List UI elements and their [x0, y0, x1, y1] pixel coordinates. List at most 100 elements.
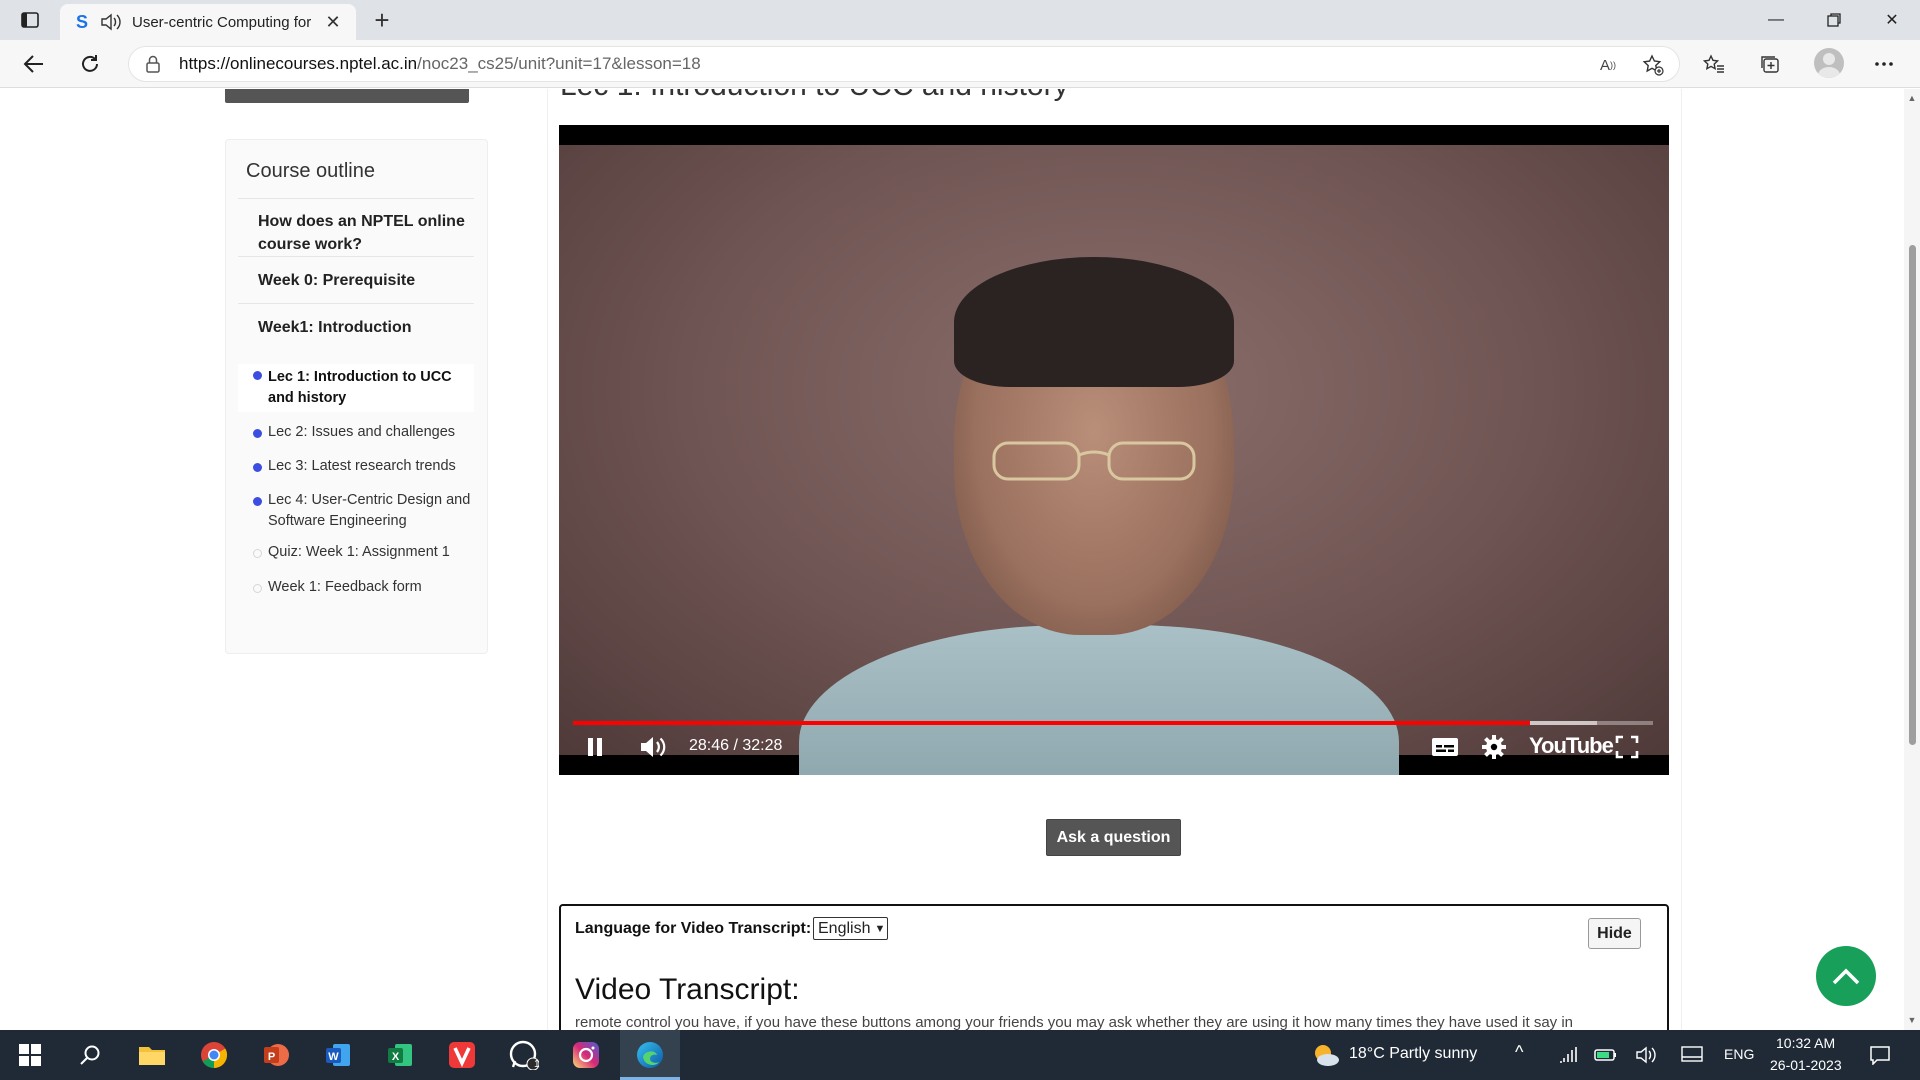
outline-section-label: Week1: Introduction: [258, 319, 412, 336]
favorites-icon[interactable]: [1696, 48, 1732, 80]
svg-text:X: X: [392, 1051, 400, 1063]
transcript-language-label: Language for Video Transcript:: [575, 920, 812, 937]
new-tab-button[interactable]: +: [368, 5, 396, 35]
fullscreen-icon[interactable]: [1615, 733, 1639, 761]
volume-tray-icon[interactable]: [1628, 1037, 1664, 1073]
left-nav-button[interactable]: [225, 89, 469, 103]
lesson-item-lec4[interactable]: Lec 4: User-Centric Design and Software …: [238, 490, 474, 534]
video-frame[interactable]: [559, 145, 1669, 775]
search-icon[interactable]: [72, 1037, 108, 1073]
settings-gear-icon[interactable]: [1481, 733, 1507, 761]
hide-transcript-button[interactable]: Hide: [1588, 918, 1641, 949]
tab-actions-icon[interactable]: [14, 8, 46, 32]
web-page: Lec 1: Introduction to UCC and history C…: [0, 89, 1904, 1030]
notifications-icon[interactable]: [1862, 1037, 1898, 1073]
word-icon[interactable]: W: [320, 1037, 356, 1073]
input-keyboard-icon[interactable]: [1674, 1037, 1710, 1073]
lock-icon[interactable]: [145, 55, 161, 73]
completed-bullet-icon: [253, 371, 262, 380]
video-progress-bar[interactable]: [573, 721, 1653, 725]
browser-toolbar: https://onlinecourses.nptel.ac.in/noc23_…: [0, 40, 1920, 88]
pause-icon[interactable]: [583, 733, 607, 761]
powerpoint-icon[interactable]: P: [258, 1037, 294, 1073]
close-window-icon[interactable]: ✕: [1864, 0, 1920, 40]
video-played-bar: [573, 721, 1530, 725]
battery-icon[interactable]: [1588, 1037, 1624, 1073]
volume-icon[interactable]: [639, 733, 667, 761]
clock-date[interactable]: 26-01-2023: [1770, 1057, 1842, 1073]
close-tab-icon[interactable]: ✕: [322, 11, 344, 33]
glasses-graphic: [992, 441, 1196, 481]
lesson-label: Week 1: Feedback form: [268, 579, 422, 595]
ask-question-button[interactable]: Ask a question: [1046, 819, 1181, 856]
outline-section-week0[interactable]: Week 0: Prerequisite: [238, 256, 474, 303]
whatsapp-icon[interactable]: 1: [506, 1037, 542, 1073]
weather-text[interactable]: 18°C Partly sunny: [1349, 1045, 1477, 1063]
transcript-language-select[interactable]: English ▼: [813, 917, 888, 940]
vivaldi-icon[interactable]: [444, 1037, 480, 1073]
lesson-item-feedback[interactable]: Week 1: Feedback form: [238, 577, 474, 601]
completed-bullet-icon: [253, 497, 262, 506]
transcript-text: remote control you have, if you have the…: [575, 1014, 1574, 1030]
svg-text:P: P: [268, 1051, 275, 1063]
page-scrollbar[interactable]: ▲ ▼: [1904, 89, 1920, 1030]
url-host: https://onlinecourses.nptel.ac.in: [179, 54, 418, 73]
minimize-icon[interactable]: —: [1748, 0, 1804, 40]
url-text[interactable]: https://onlinecourses.nptel.ac.in/noc23_…: [179, 54, 701, 74]
course-outline: Course outline How does an NPTEL online …: [225, 139, 488, 654]
transcript-panel: Language for Video Transcript: English ▼…: [559, 904, 1669, 1030]
video-player[interactable]: 28:46 / 32:28 YouTube: [559, 125, 1669, 775]
lesson-label: Lec 4: User-Centric Design and Software …: [268, 492, 471, 529]
pending-bullet-icon: [253, 584, 262, 593]
network-icon[interactable]: [1550, 1037, 1586, 1073]
completed-bullet-icon: [253, 429, 262, 438]
scroll-to-top-button[interactable]: [1816, 946, 1876, 1006]
outline-section-week1[interactable]: Week1: Introduction: [238, 303, 474, 350]
chrome-icon[interactable]: [196, 1037, 232, 1073]
whatsapp-badge: 1: [534, 1059, 540, 1070]
clock-time[interactable]: 10:32 AM: [1776, 1035, 1835, 1051]
more-menu-icon[interactable]: [1866, 48, 1902, 80]
pending-bullet-icon: [253, 549, 262, 558]
restore-icon[interactable]: [1806, 0, 1862, 40]
excel-icon[interactable]: X: [382, 1037, 418, 1073]
lecturer-shirt: [799, 625, 1399, 775]
tab-title: User-centric Computing for: [132, 13, 312, 31]
completed-bullet-icon: [253, 463, 262, 472]
chevron-up-icon: [1832, 968, 1860, 985]
back-icon[interactable]: [16, 48, 52, 80]
weather-icon[interactable]: [1308, 1037, 1344, 1073]
address-bar[interactable]: https://onlinecourses.nptel.ac.in/noc23_…: [128, 46, 1680, 82]
lecturer-hair: [954, 257, 1234, 387]
course-outline-title: Course outline: [246, 160, 375, 182]
lesson-item-lec1[interactable]: Lec 1: Introduction to UCC and history: [238, 364, 474, 412]
profile-avatar[interactable]: [1814, 48, 1844, 78]
start-icon[interactable]: [12, 1037, 48, 1073]
lesson-item-lec3[interactable]: Lec 3: Latest research trends: [238, 456, 474, 480]
collections-icon[interactable]: [1752, 48, 1788, 80]
language-indicator[interactable]: ENG: [1724, 1046, 1754, 1062]
refresh-icon[interactable]: [72, 48, 108, 80]
add-favorite-icon[interactable]: [1641, 53, 1665, 77]
lesson-item-lec2[interactable]: Lec 2: Issues and challenges: [238, 422, 474, 446]
youtube-logo[interactable]: YouTube: [1529, 733, 1614, 759]
captions-icon[interactable]: [1431, 733, 1459, 761]
scroll-down-arrow-icon[interactable]: ▼: [1907, 1015, 1917, 1025]
scroll-up-arrow-icon[interactable]: ▲: [1907, 93, 1917, 103]
speaker-icon[interactable]: [100, 12, 122, 32]
file-explorer-icon[interactable]: [134, 1037, 170, 1073]
tab-strip: S User-centric Computing for ✕ + — ✕: [0, 0, 1920, 40]
read-aloud-icon[interactable]: A)): [1596, 53, 1620, 77]
transcript-heading: Video Transcript:: [575, 973, 800, 1006]
lesson-item-quiz[interactable]: Quiz: Week 1: Assignment 1: [238, 542, 474, 566]
chevron-up-tray-icon[interactable]: ^: [1515, 1042, 1523, 1063]
url-path: /noc23_cs25/unit?unit=17&lesson=18: [417, 54, 701, 73]
lesson-label: Lec 1: Introduction to UCC and history: [268, 369, 452, 406]
outline-section-how-course-works[interactable]: How does an NPTEL online course work?: [238, 198, 474, 256]
windows-taskbar: P W X 1 18°C Partly sunny ^ ENG 10:32 AM…: [0, 1030, 1920, 1080]
lesson-label: Quiz: Week 1: Assignment 1: [268, 544, 450, 560]
edge-icon[interactable]: [632, 1037, 668, 1073]
instagram-icon[interactable]: [568, 1037, 604, 1073]
scrollbar-thumb[interactable]: [1909, 245, 1916, 745]
browser-tab[interactable]: S User-centric Computing for ✕: [60, 4, 356, 40]
